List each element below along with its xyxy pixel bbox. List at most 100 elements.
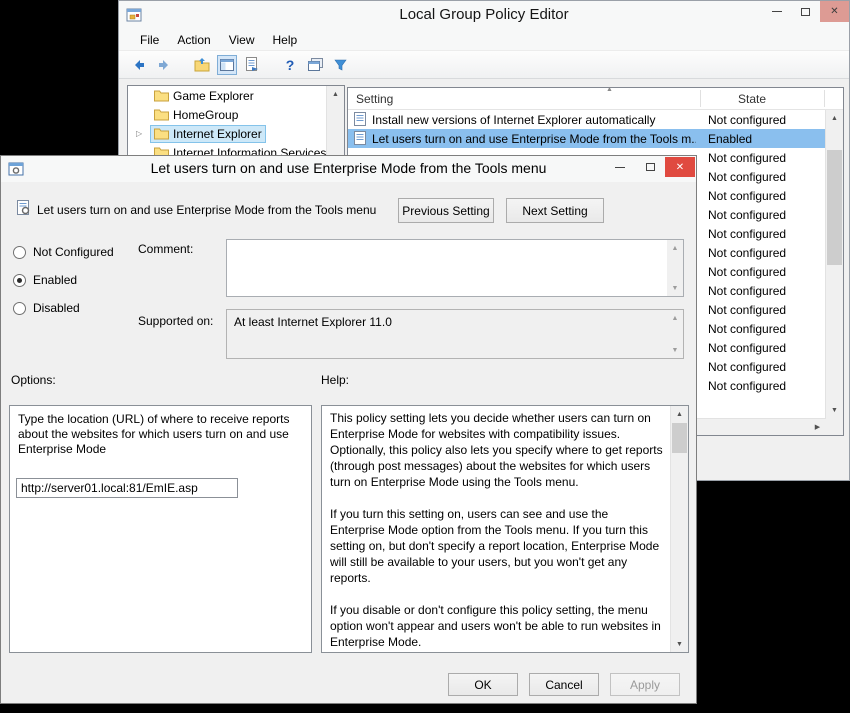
radio-enabled[interactable]: Enabled bbox=[13, 273, 77, 287]
help-panel: This policy setting lets you decide whet… bbox=[321, 405, 689, 653]
apply-button: Apply bbox=[610, 673, 680, 696]
list-header: Setting ▲ State bbox=[348, 88, 843, 110]
state-cell: Not configured bbox=[708, 379, 786, 393]
options-panel: Type the location (URL) of where to rece… bbox=[9, 405, 312, 653]
state-cell: Not configured bbox=[708, 360, 786, 374]
scroll-down-icon[interactable]: ▼ bbox=[667, 342, 683, 358]
radio-label: Disabled bbox=[33, 301, 80, 315]
scroll-up-icon[interactable]: ▲ bbox=[671, 406, 688, 422]
forward-icon[interactable] bbox=[154, 55, 174, 75]
radio-label: Enabled bbox=[33, 273, 77, 287]
comment-label: Comment: bbox=[138, 242, 193, 256]
state-cell: Not configured bbox=[708, 189, 786, 203]
state-cell: Not configured bbox=[708, 341, 786, 355]
help-label: Help: bbox=[321, 373, 349, 387]
state-cell: Not configured bbox=[708, 246, 786, 260]
supported-on-value: At least Internet Explorer 11.0 bbox=[234, 315, 392, 329]
close-icon[interactable]: ✕ bbox=[820, 1, 849, 22]
folder-icon bbox=[154, 127, 169, 140]
new-window-icon[interactable] bbox=[305, 55, 325, 75]
options-label: Options: bbox=[11, 373, 56, 387]
menu-bar: File Action View Help bbox=[119, 29, 849, 51]
state-cell: Not configured bbox=[708, 284, 786, 298]
scroll-down-icon[interactable]: ▼ bbox=[667, 280, 683, 296]
policy-setting-icon bbox=[353, 131, 367, 145]
policy-setting-dialog: Let users turn on and use Enterprise Mod… bbox=[0, 155, 697, 704]
show-console-tree-icon[interactable] bbox=[217, 55, 237, 75]
radio-dot[interactable] bbox=[13, 302, 26, 315]
comment-textarea[interactable]: ▲ ▼ bbox=[226, 239, 684, 297]
radio-disabled[interactable]: Disabled bbox=[13, 301, 80, 315]
next-setting-button[interactable]: Next Setting bbox=[506, 198, 604, 223]
help-text: This policy setting lets you decide whet… bbox=[322, 406, 671, 652]
table-row-selected[interactable]: Let users turn on and use Enterprise Mod… bbox=[348, 129, 826, 148]
scrollbar-corner bbox=[826, 418, 843, 435]
toolbar: ? bbox=[119, 51, 849, 79]
report-url-input[interactable] bbox=[16, 478, 238, 498]
maximize-icon[interactable] bbox=[791, 1, 820, 22]
scroll-down-icon[interactable]: ▼ bbox=[671, 636, 688, 652]
column-header-state[interactable]: State bbox=[738, 92, 766, 106]
options-description: Type the location (URL) of where to rece… bbox=[18, 412, 303, 457]
tree-item-internet-explorer[interactable]: ▷ Internet Explorer bbox=[128, 124, 327, 143]
radio-dot[interactable] bbox=[13, 246, 26, 259]
gpe-titlebar[interactable]: Local Group Policy Editor ✕ bbox=[119, 1, 849, 29]
tree-item-label: HomeGroup bbox=[173, 108, 238, 122]
help-scrollbar[interactable]: ▲ ▼ bbox=[670, 406, 688, 652]
state-cell: Not configured bbox=[708, 151, 786, 165]
scrollbar-thumb[interactable] bbox=[672, 423, 687, 453]
supported-on-box: At least Internet Explorer 11.0 ▲ ▼ bbox=[226, 309, 684, 359]
radio-not-configured[interactable]: Not Configured bbox=[13, 245, 114, 259]
scroll-up-icon[interactable]: ▲ bbox=[327, 86, 344, 102]
radio-label: Not Configured bbox=[33, 245, 114, 259]
supported-on-label: Supported on: bbox=[138, 314, 213, 328]
tree-item-label: Game Explorer bbox=[173, 89, 254, 103]
menu-help[interactable]: Help bbox=[264, 33, 307, 47]
state-cell: Not configured bbox=[708, 322, 786, 336]
menu-action[interactable]: Action bbox=[168, 33, 219, 47]
state-cell: Not configured bbox=[708, 208, 786, 222]
expander-icon[interactable]: ▷ bbox=[136, 129, 142, 138]
desktop: Local Group Policy Editor ✕ File Action … bbox=[0, 0, 850, 713]
close-icon[interactable]: ✕ bbox=[665, 157, 695, 177]
filter-icon[interactable] bbox=[330, 55, 350, 75]
help-icon[interactable]: ? bbox=[280, 55, 300, 75]
supported-scrollbar[interactable]: ▲ ▼ bbox=[667, 310, 683, 358]
comment-scrollbar[interactable]: ▲ ▼ bbox=[667, 240, 683, 296]
table-row[interactable]: Install new versions of Internet Explore… bbox=[348, 110, 826, 129]
back-icon[interactable] bbox=[129, 55, 149, 75]
list-vertical-scrollbar[interactable]: ▲ ▼ bbox=[825, 110, 843, 418]
scroll-right-icon[interactable]: ▶ bbox=[809, 419, 826, 435]
minimize-icon[interactable] bbox=[762, 1, 791, 22]
export-list-icon[interactable] bbox=[242, 55, 262, 75]
minimize-icon[interactable] bbox=[605, 157, 635, 177]
cancel-button[interactable]: Cancel bbox=[529, 673, 599, 696]
tree-item-homegroup[interactable]: HomeGroup bbox=[128, 105, 327, 124]
menu-view[interactable]: View bbox=[220, 33, 264, 47]
scroll-up-icon[interactable]: ▲ bbox=[667, 310, 683, 326]
radio-dot[interactable] bbox=[13, 274, 26, 287]
folder-icon bbox=[154, 89, 169, 102]
state-cell: Enabled bbox=[708, 132, 752, 146]
scrollbar-thumb[interactable] bbox=[827, 150, 842, 265]
state-cell: Not configured bbox=[708, 227, 786, 241]
maximize-icon[interactable] bbox=[635, 157, 665, 177]
scroll-up-icon[interactable]: ▲ bbox=[826, 110, 843, 126]
state-cell: Not configured bbox=[708, 113, 786, 127]
tree-item-label: Internet Explorer bbox=[173, 127, 262, 141]
tree-item-game-explorer[interactable]: Game Explorer bbox=[128, 86, 327, 105]
up-one-level-icon[interactable] bbox=[192, 55, 212, 75]
column-header-setting[interactable]: Setting bbox=[356, 92, 393, 106]
dialog-titlebar[interactable]: Let users turn on and use Enterprise Mod… bbox=[1, 156, 696, 182]
policy-name: Let users turn on and use Enterprise Mod… bbox=[37, 203, 376, 217]
scroll-up-icon[interactable]: ▲ bbox=[667, 240, 683, 256]
state-cell: Not configured bbox=[708, 265, 786, 279]
policy-setting-icon bbox=[353, 112, 367, 126]
previous-setting-button[interactable]: Previous Setting bbox=[398, 198, 494, 223]
menu-file[interactable]: File bbox=[131, 33, 168, 47]
sort-ascending-icon: ▲ bbox=[606, 86, 613, 93]
dialog-title: Let users turn on and use Enterprise Mod… bbox=[1, 160, 696, 176]
scroll-down-icon[interactable]: ▼ bbox=[826, 402, 843, 418]
ok-button[interactable]: OK bbox=[448, 673, 518, 696]
policy-setting-icon bbox=[15, 200, 31, 216]
